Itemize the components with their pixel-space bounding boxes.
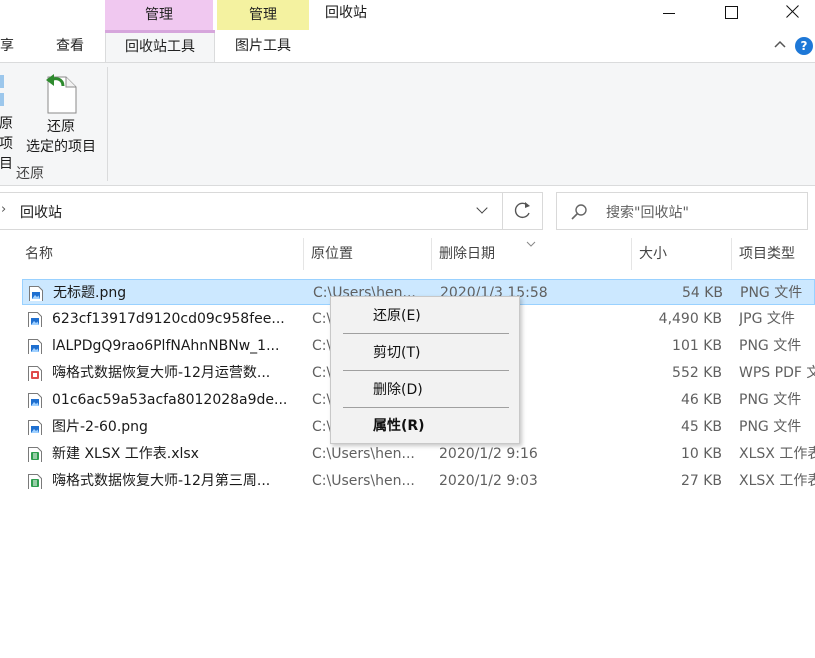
context-group-manage-recycle: 管理 [105,0,213,30]
file-type: PNG 文件 [739,392,802,408]
spreadsheet-icon [28,473,42,489]
file-type: WPS PDF 文 [739,365,815,381]
ribbon: 原 项目 还原 选定的项目 还原 [0,62,815,186]
tab-picture-tools[interactable]: 图片工具 [217,32,309,62]
file-name: lALPDgQ9rao6PlfNAhnNBNw_1... [52,338,280,354]
search-icon [571,204,587,220]
restore-selected-button[interactable]: 还原 选定的项目 [22,69,100,159]
menu-separator [343,333,509,334]
breadcrumb-separator[interactable]: › [1,202,6,217]
file-size: 552 KB [672,365,722,381]
file-name: 图片-2-60.png [52,419,148,435]
file-name: 623cf13917d9120cd09c958fee... [52,311,285,327]
menu-separator [343,407,509,408]
image-icon [28,338,42,354]
close-button[interactable] [770,0,815,26]
column-separator[interactable] [731,238,732,270]
image-icon [29,285,43,301]
column-separator[interactable] [303,238,304,270]
sort-indicator-icon [526,236,536,247]
ribbon-group-label-restore: 还原 [16,166,44,182]
column-separator[interactable] [631,238,632,270]
file-name: 01c6ac59a53acfa8012028a9de... [52,392,288,408]
file-size: 54 KB [681,285,723,301]
file-size: 10 KB [680,446,722,462]
table-row[interactable]: 新建 XLSX 工作表.xlsx C:\Users\hen... 2020/1/2 … [22,441,815,467]
column-header-size[interactable]: 大小 [639,238,667,270]
search-input[interactable]: 搜索"回收站" [606,202,689,222]
restore-icon [44,72,78,114]
file-name: 无标题.png [53,285,127,301]
help-icon[interactable]: ? [795,37,813,55]
restore-all-icon[interactable] [0,71,12,106]
image-icon [28,311,42,327]
file-size: 46 KB [680,392,722,408]
file-name: 新建 XLSX 工作表.xlsx [52,446,199,462]
file-type: PNG 文件 [740,285,803,301]
file-date-deleted: 2020/1/2 9:16 [439,446,538,462]
file-size: 101 KB [672,338,722,354]
table-row[interactable]: 嗨格式数据恢复大师-12月第三周... C:\Users\hen... 2020/1… [22,468,815,494]
title-bar: 管理 管理 回收站 共享 查看 回收站工具 图片工具 ? [0,0,815,64]
file-size: 27 KB [680,473,722,489]
maximize-button[interactable] [708,0,754,26]
ribbon-group-divider [107,67,108,181]
breadcrumb-recycle-bin[interactable]: 回收站 [20,202,62,222]
menu-separator [343,370,509,371]
tab-recycle-bin-tools[interactable]: 回收站工具 [105,30,215,64]
context-menu: 还原(E) 剪切(T) 删除(D) 属性(R) [330,296,520,444]
file-type: XLSX 工作表 [739,473,815,489]
window-title: 回收站 [325,5,367,21]
file-type: XLSX 工作表 [739,446,815,462]
spreadsheet-icon [28,446,42,462]
file-date-deleted: 2020/1/2 9:03 [439,473,538,489]
minimize-button[interactable] [646,0,692,26]
tab-share[interactable]: 共享 [0,32,22,62]
column-header-original-location[interactable]: 原位置 [311,238,353,270]
search-box[interactable]: 搜索"回收站" [556,192,808,230]
file-original-location: C:\Users\hen... [312,446,415,462]
column-header-name[interactable]: 名称 [25,238,53,270]
column-separator[interactable] [431,238,432,270]
refresh-button[interactable] [503,193,541,229]
column-header-date-deleted[interactable]: 删除日期 [439,238,495,270]
chevron-down-icon[interactable] [476,204,488,216]
file-size: 4,490 KB [658,311,722,327]
column-header-item-type[interactable]: 项目类型 [739,238,795,270]
file-type: PNG 文件 [739,419,802,435]
collapse-ribbon-icon[interactable] [773,38,787,52]
refresh-icon [514,202,530,219]
pdf-icon [28,365,42,381]
menu-item-delete[interactable]: 删除(D) [332,375,518,405]
menu-item-properties[interactable]: 属性(R) [332,411,518,441]
file-type: PNG 文件 [739,338,802,354]
restore-selected-label: 还原 选定的项目 [26,119,96,155]
file-name: 嗨格式数据恢复大师-12月运营数... [52,365,271,381]
file-original-location: C:\Users\hen... [312,473,415,489]
file-name: 嗨格式数据恢复大师-12月第三周... [52,473,271,489]
file-type: JPG 文件 [739,311,795,327]
menu-item-cut[interactable]: 剪切(T) [332,338,518,368]
menu-item-restore[interactable]: 还原(E) [332,301,518,331]
file-size: 45 KB [680,419,722,435]
context-group-manage-picture: 管理 [217,0,309,30]
tab-view[interactable]: 查看 [50,32,90,62]
address-bar[interactable]: › 回收站 [0,192,543,230]
image-icon [28,392,42,408]
image-icon [28,419,42,435]
